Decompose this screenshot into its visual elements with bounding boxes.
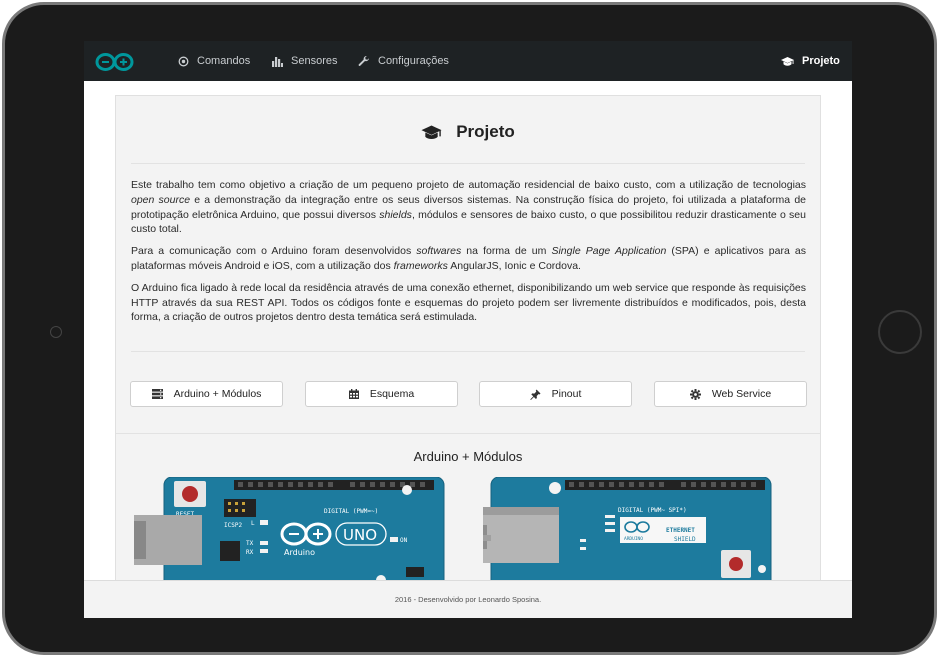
on-label: ON	[400, 537, 408, 544]
home-button[interactable]	[878, 310, 922, 354]
tx-label: TX	[246, 540, 254, 547]
arduino-uno-board-image: RESET ICSP2 DIGITAL (PWM=~) L TX RX Ardu…	[134, 477, 445, 597]
page-title: Projeto	[456, 122, 515, 141]
page-header: Projeto	[116, 122, 820, 142]
shield-brand-label: ARDUINO	[624, 536, 643, 542]
divider	[116, 433, 820, 434]
camera-icon	[50, 326, 62, 338]
footer-text: 2016 - Desenvolvido por Leonardo Sposina…	[394, 595, 542, 604]
bar-chart-icon	[272, 56, 283, 67]
app-screen: Comandos Sensores Configurações Projeto …	[84, 41, 852, 618]
page-footer: 2016 - Desenvolvido por Leonardo Sposina…	[84, 580, 852, 618]
gear-icon	[689, 388, 701, 400]
rx-label: RX	[246, 549, 254, 556]
digital-label: DIGITAL (PWM=~)	[324, 508, 378, 515]
nav-sensores-label: Sensores	[291, 55, 338, 67]
pinout-button[interactable]: Pinout	[479, 381, 632, 407]
divider	[131, 163, 805, 164]
shield-subtitle-label: SHIELD	[674, 536, 696, 543]
pushpin-icon	[529, 389, 541, 400]
web-service-button[interactable]: Web Service	[654, 381, 807, 407]
paragraph-objective: Este trabalho tem como objetivo a criaçã…	[131, 179, 806, 236]
digital-label: DIGITAL (PWM~ SPI*)	[618, 507, 687, 514]
server-icon	[151, 389, 163, 399]
project-description: Este trabalho tem como objetivo a criaçã…	[131, 178, 806, 332]
nav-projeto-label: Projeto	[802, 55, 840, 67]
nav-configuracoes-label: Configurações	[378, 55, 449, 67]
nav-comandos-label: Comandos	[197, 55, 251, 67]
l-label: L	[251, 520, 255, 527]
nav-comandos[interactable]: Comandos	[178, 41, 250, 81]
brand-label: Arduino	[284, 548, 315, 557]
esquema-button[interactable]: Esquema	[305, 381, 458, 407]
graduation-cap-icon	[781, 56, 794, 66]
button-label: Esquema	[369, 388, 415, 400]
paragraph-communication: Para a comunicação com o Arduino foram d…	[131, 245, 806, 272]
nav-projeto[interactable]: Projeto	[781, 41, 840, 81]
icsp-label: ICSP2	[224, 522, 242, 529]
button-label: Web Service	[711, 388, 772, 400]
paragraph-network: O Arduino fica ligado à rede local da re…	[131, 281, 806, 324]
button-label: Arduino + Módulos	[173, 388, 262, 400]
button-label: Pinout	[551, 388, 582, 400]
top-navbar: Comandos Sensores Configurações Projeto	[84, 41, 852, 81]
arduino-logo-icon[interactable]	[95, 52, 134, 72]
wrench-icon	[358, 55, 369, 66]
graduation-cap-icon	[421, 125, 442, 139]
divider	[131, 351, 805, 352]
calendar-icon	[348, 389, 359, 399]
section-buttons: Arduino + Módulos Esquema Pinout Web Ser…	[130, 381, 807, 407]
nav-configuracoes[interactable]: Configurações	[358, 41, 449, 81]
nav-sensores[interactable]: Sensores	[272, 41, 337, 81]
section-title: Arduino + Módulos	[413, 449, 523, 464]
shield-title-label: ETHERNET	[666, 527, 695, 534]
target-icon	[178, 56, 189, 66]
arduino-modulos-button[interactable]: Arduino + Módulos	[130, 381, 283, 407]
model-label: UNO	[343, 526, 377, 544]
ethernet-shield-image: DIGITAL (PWM~ SPI*) ARDUINO ETHERNET SHI…	[483, 477, 772, 597]
project-panel: Projeto Este trabalho tem como objetivo …	[115, 95, 821, 597]
